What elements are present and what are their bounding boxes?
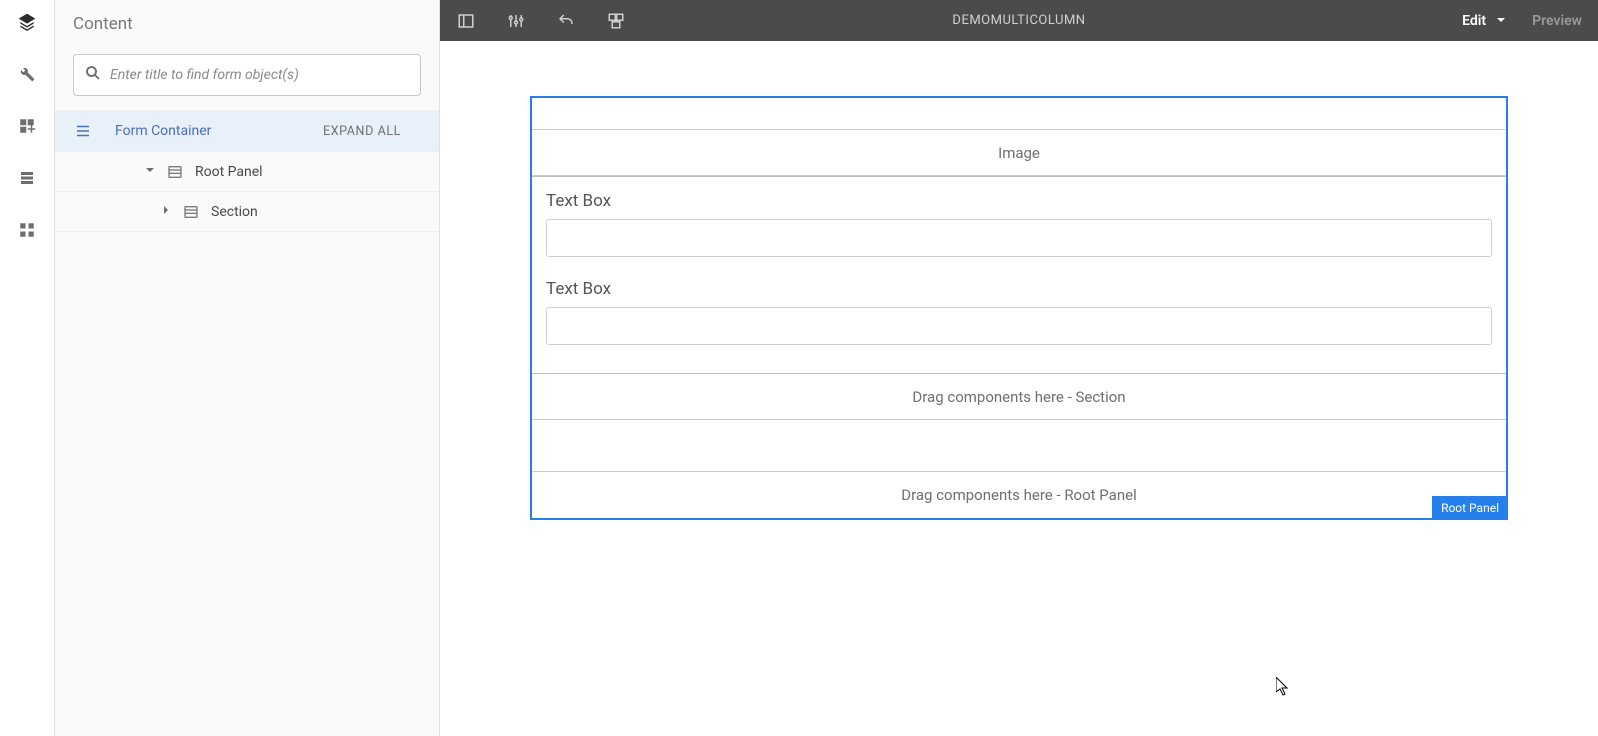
chevron-down-icon (1496, 13, 1506, 29)
root-panel-drop-zone[interactable]: Drag components here - Root Panel Root P… (532, 472, 1506, 518)
panel-icon (165, 162, 185, 182)
left-rail (0, 0, 55, 736)
preview-button[interactable]: Preview (1532, 13, 1582, 29)
spacer-block[interactable] (532, 420, 1506, 472)
form-container-icon (73, 121, 93, 141)
chevron-right-icon[interactable] (157, 205, 175, 218)
field-group: Text Box (546, 279, 1492, 345)
toggle-panel-icon[interactable] (456, 11, 476, 31)
layers-icon[interactable] (15, 10, 39, 34)
tree-label: Section (211, 204, 258, 220)
section-drop-zone[interactable]: Drag components here - Section (532, 374, 1506, 420)
wrench-icon[interactable] (15, 62, 39, 86)
header-strip[interactable] (532, 98, 1506, 130)
field-label: Text Box (546, 279, 1492, 299)
form-container-row[interactable]: Form Container EXPAND ALL (55, 110, 439, 152)
chevron-down-icon[interactable] (141, 165, 159, 178)
data-sources-icon[interactable] (15, 166, 39, 190)
edit-mode-button[interactable]: Edit (1462, 13, 1506, 29)
field-label: Text Box (546, 191, 1492, 211)
settings-icon[interactable] (506, 11, 526, 31)
search-box[interactable] (73, 54, 421, 96)
section-icon (181, 202, 201, 222)
sidebar-title: Content (55, 14, 439, 46)
assets-icon[interactable] (15, 114, 39, 138)
main-area: DEMOMULTICOLUMN Edit Preview Image Text … (440, 0, 1598, 736)
image-component[interactable]: Image (532, 130, 1506, 176)
components-icon[interactable] (15, 218, 39, 242)
mouse-cursor (1276, 677, 1292, 697)
text-input[interactable] (546, 219, 1492, 257)
content-sidebar: Content Form Container EXPAND ALL Root P… (55, 0, 440, 736)
root-panel-badge: Root Panel (1432, 496, 1508, 520)
text-input[interactable] (546, 307, 1492, 345)
form-container-label: Form Container (115, 123, 323, 139)
section-block[interactable]: Text Box Text Box (532, 176, 1506, 374)
field-group: Text Box (546, 191, 1492, 257)
tree-label: Root Panel (195, 164, 263, 180)
form-canvas[interactable]: Image Text Box Text Box Drag components … (440, 41, 1598, 736)
search-input[interactable] (110, 67, 410, 83)
tree-row-section[interactable]: Section (55, 192, 439, 232)
search-icon (84, 64, 102, 86)
tree-row-root-panel[interactable]: Root Panel (55, 152, 439, 192)
topbar: DEMOMULTICOLUMN Edit Preview (440, 0, 1598, 41)
form-container-outline[interactable]: Image Text Box Text Box Drag components … (530, 96, 1508, 520)
undo-icon[interactable] (556, 11, 576, 31)
expand-all-button[interactable]: EXPAND ALL (323, 124, 421, 139)
layout-icon[interactable] (606, 11, 626, 31)
